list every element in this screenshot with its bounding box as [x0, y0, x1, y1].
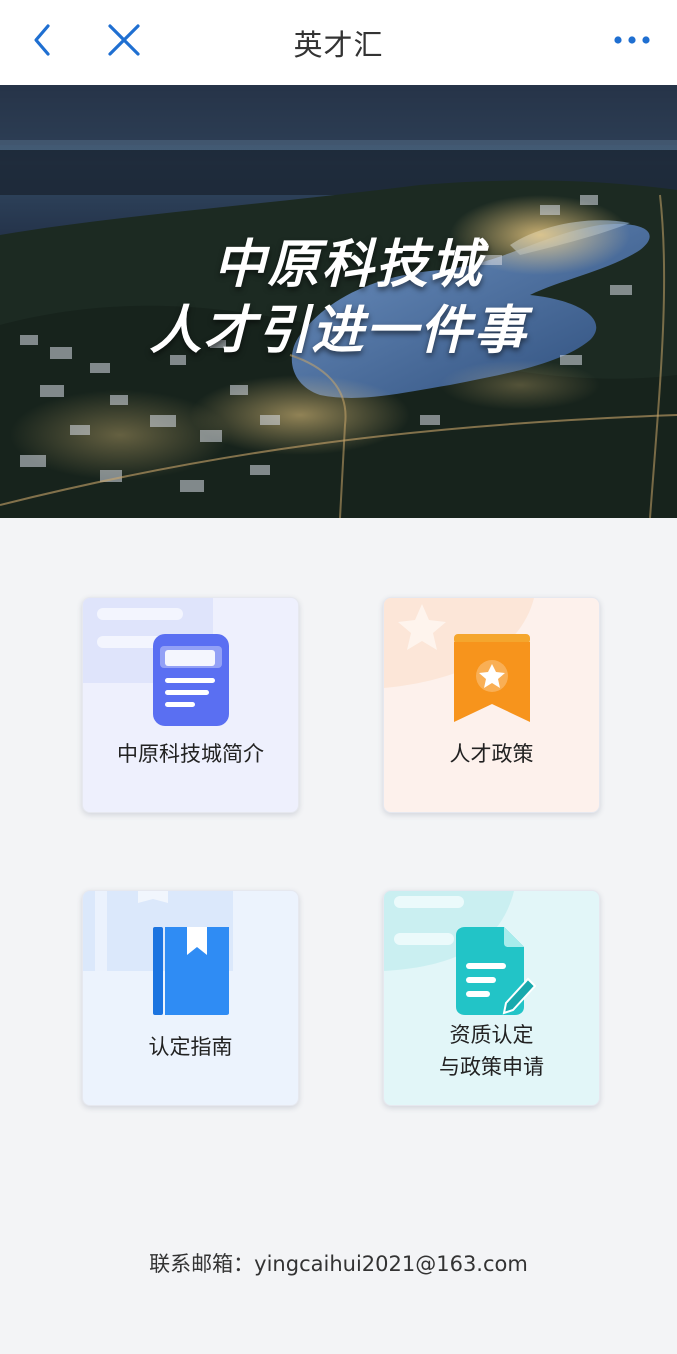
- card-intro-label: 中原科技城简介: [117, 742, 264, 766]
- bookmark-book-icon: [153, 927, 229, 1015]
- banner-headline-line2: 人才引进一件事: [149, 301, 528, 361]
- top-nav-bar: 英才汇: [0, 0, 677, 86]
- card-guide[interactable]: 认定指南: [82, 890, 299, 1106]
- card-qualification-label: 资质认定 与政策申请: [384, 1019, 599, 1083]
- card-guide-label: 认定指南: [148, 1035, 233, 1059]
- card-qualification-label-line1: 资质认定: [449, 1023, 534, 1047]
- banner-headline-line1: 中原科技城: [213, 235, 484, 295]
- star-ribbon-icon: [454, 634, 530, 722]
- card-talent-policy[interactable]: 人才政策: [383, 597, 600, 813]
- card-intro[interactable]: 中原科技城简介: [82, 597, 299, 813]
- card-qualification-application[interactable]: 资质认定 与政策申请: [383, 890, 600, 1106]
- more-dots-icon[interactable]: [608, 26, 656, 54]
- page-title: 英才汇: [293, 28, 384, 62]
- contact-email: 联系邮箱：yingcaihui2021@163.com: [149, 1252, 528, 1276]
- document-icon: [153, 634, 229, 726]
- hero-banner: 中原科技城 人才引进一件事: [0, 85, 677, 518]
- card-qualification-label-line2: 与政策申请: [439, 1055, 544, 1079]
- edit-document-icon: [456, 927, 536, 1015]
- card-talent-policy-label: 人才政策: [449, 742, 534, 766]
